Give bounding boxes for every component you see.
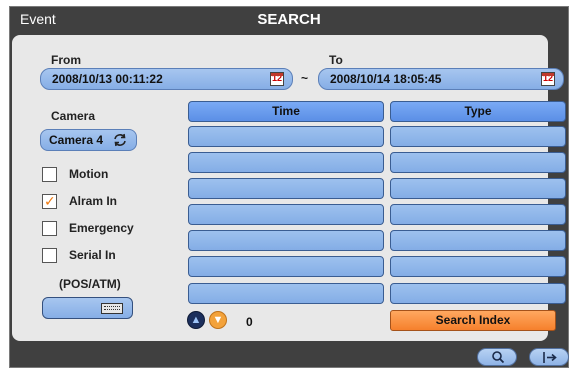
table-cell-time[interactable] xyxy=(188,178,384,199)
table-cell-type[interactable] xyxy=(390,256,566,277)
search-index-button[interactable]: Search Index xyxy=(390,310,556,331)
table-cell-type[interactable] xyxy=(390,178,566,199)
table-cell-type[interactable] xyxy=(390,126,566,147)
table-cell-time[interactable] xyxy=(188,283,384,304)
keyboard-button[interactable] xyxy=(42,297,133,319)
exit-icon xyxy=(543,352,557,363)
title-bar: Event SEARCH xyxy=(10,7,568,33)
alarm-in-checkbox[interactable]: ✓ xyxy=(42,193,57,209)
filter-label: Alram In xyxy=(69,194,118,208)
to-date-field[interactable]: 2008/10/14 18:05:45 12 xyxy=(318,68,564,90)
filter-label: Motion xyxy=(69,167,109,181)
table-cell-type[interactable] xyxy=(390,230,566,251)
from-date-value: 2008/10/13 00:11:22 xyxy=(52,72,163,86)
filter-label: Serial In xyxy=(69,248,116,262)
from-label: From xyxy=(51,53,81,67)
camera-value: Camera 4 xyxy=(49,133,104,147)
table-cell-time[interactable] xyxy=(188,152,384,173)
to-date-value: 2008/10/14 18:05:45 xyxy=(330,72,442,86)
column-header-type: Type xyxy=(390,101,566,122)
filter-label: Emergency xyxy=(69,221,134,235)
table-cell-time[interactable] xyxy=(188,230,384,251)
table-cell-type[interactable] xyxy=(390,204,566,225)
range-separator: ~ xyxy=(301,71,309,85)
pos-atm-label: (POS/ATM) xyxy=(59,277,121,291)
motion-checkbox[interactable] xyxy=(42,167,57,182)
from-date-field[interactable]: 2008/10/13 00:11:22 12 xyxy=(40,68,293,90)
camera-label: Camera xyxy=(51,109,96,123)
table-cell-type[interactable] xyxy=(390,152,566,173)
keyboard-icon xyxy=(101,303,123,314)
calendar-icon[interactable]: 12 xyxy=(270,72,284,86)
search-title: SEARCH xyxy=(257,11,321,28)
cycle-icon xyxy=(114,133,126,147)
search-button[interactable] xyxy=(477,348,517,366)
camera-selector[interactable]: Camera 4 xyxy=(40,129,137,151)
emergency-checkbox[interactable] xyxy=(42,221,57,236)
exit-button[interactable] xyxy=(529,348,569,366)
table-cell-time[interactable] xyxy=(188,204,384,225)
chevron-down-icon[interactable]: ▼ xyxy=(209,311,227,329)
table-cell-time[interactable] xyxy=(188,256,384,277)
serial-in-checkbox[interactable] xyxy=(42,248,57,263)
calendar-icon[interactable]: 12 xyxy=(541,72,555,86)
search-icon xyxy=(492,351,505,364)
column-header-time: Time xyxy=(188,101,384,122)
check-icon: ✓ xyxy=(44,193,56,209)
table-cell-time[interactable] xyxy=(188,126,384,147)
table-cell-type[interactable] xyxy=(390,283,566,304)
to-label: To xyxy=(329,53,343,67)
result-count: 0 xyxy=(246,315,253,329)
chevron-up-icon[interactable]: ▲ xyxy=(187,311,205,329)
